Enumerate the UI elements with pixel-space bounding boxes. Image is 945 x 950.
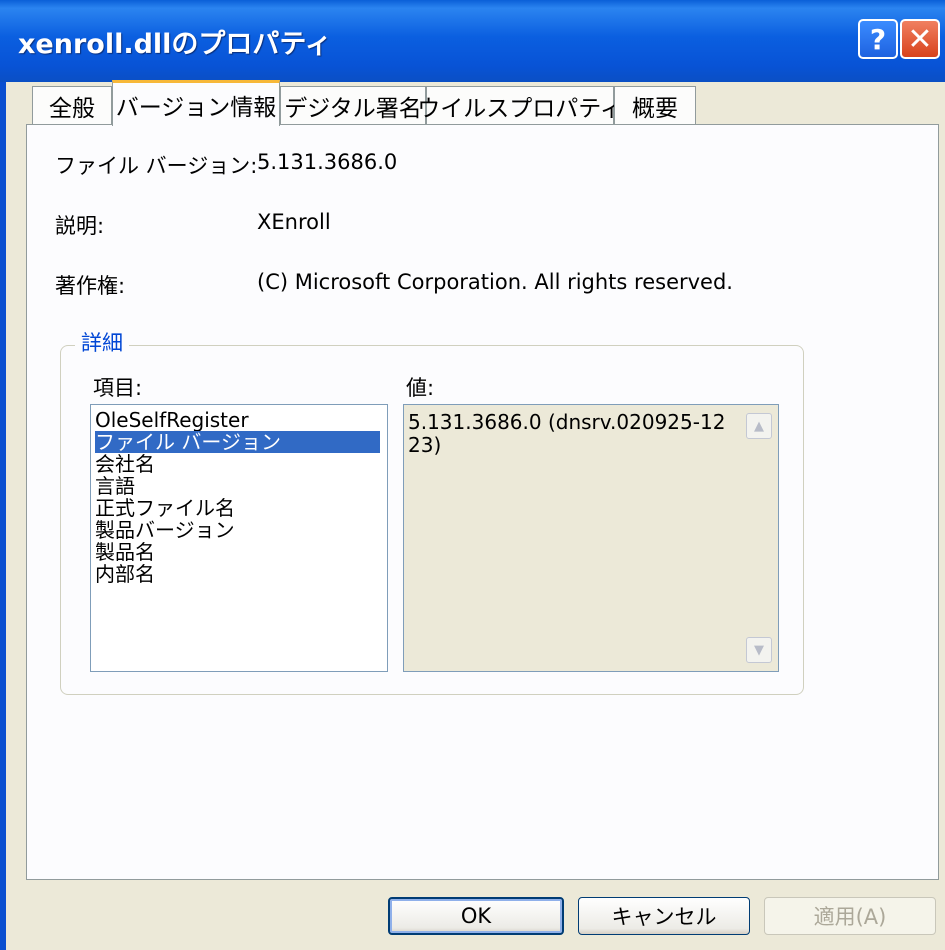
list-item[interactable]: OleSelfRegister	[95, 409, 380, 431]
value-text: 5.131.3686.0 (dnsrv.020925-1223)	[408, 410, 726, 457]
ok-button[interactable]: OK	[388, 897, 564, 935]
window-left-border	[0, 82, 6, 950]
list-item-selected[interactable]: ファイル バージョン	[95, 431, 380, 453]
list-item[interactable]: 製品バージョン	[95, 519, 380, 541]
tab-virus-properties[interactable]: ウイルスプロパティ	[417, 86, 623, 124]
properties-dialog: xenroll.dllのプロパティ ? ✕ 全般 バージョン情報 デジタル署名 …	[0, 0, 945, 950]
apply-button[interactable]: 適用(A)	[764, 897, 936, 935]
cancel-button[interactable]: キャンセル	[578, 897, 750, 935]
window-title: xenroll.dllのプロパティ	[18, 29, 332, 60]
close-button[interactable]: ✕	[900, 19, 940, 59]
list-item[interactable]: 言語	[95, 475, 380, 497]
tab-summary[interactable]: 概要	[614, 86, 696, 124]
help-button[interactable]: ?	[858, 19, 898, 59]
tab-digital-signature[interactable]: デジタル署名	[280, 86, 426, 124]
details-group-title: 詳細	[75, 327, 129, 357]
value-textbox[interactable]: 5.131.3686.0 (dnsrv.020925-1223) ▲ ▼	[403, 404, 779, 672]
tab-version-info[interactable]: バージョン情報	[112, 80, 280, 126]
description-label: 説明:	[55, 214, 105, 238]
file-version-label: ファイル バージョン:	[55, 154, 258, 178]
title-bar[interactable]: xenroll.dllのプロパティ ? ✕	[0, 0, 945, 82]
list-item[interactable]: 会社名	[95, 453, 380, 475]
items-label: 項目:	[93, 376, 143, 400]
items-listbox[interactable]: OleSelfRegister ファイル バージョン 会社名 言語 正式ファイル…	[90, 404, 388, 672]
description-value: XEnroll	[257, 210, 331, 234]
value-label: 値:	[406, 376, 435, 400]
list-item[interactable]: 正式ファイル名	[95, 497, 380, 519]
tab-general[interactable]: 全般	[32, 86, 112, 124]
copyright-value: (C) Microsoft Corporation. All rights re…	[257, 270, 733, 294]
list-item[interactable]: 内部名	[95, 563, 380, 585]
copyright-label: 著作権:	[55, 274, 126, 298]
scroll-down-icon[interactable]: ▼	[746, 637, 772, 663]
scroll-up-icon[interactable]: ▲	[746, 413, 772, 439]
file-version-value: 5.131.3686.0	[257, 150, 398, 174]
list-item[interactable]: 製品名	[95, 541, 380, 563]
